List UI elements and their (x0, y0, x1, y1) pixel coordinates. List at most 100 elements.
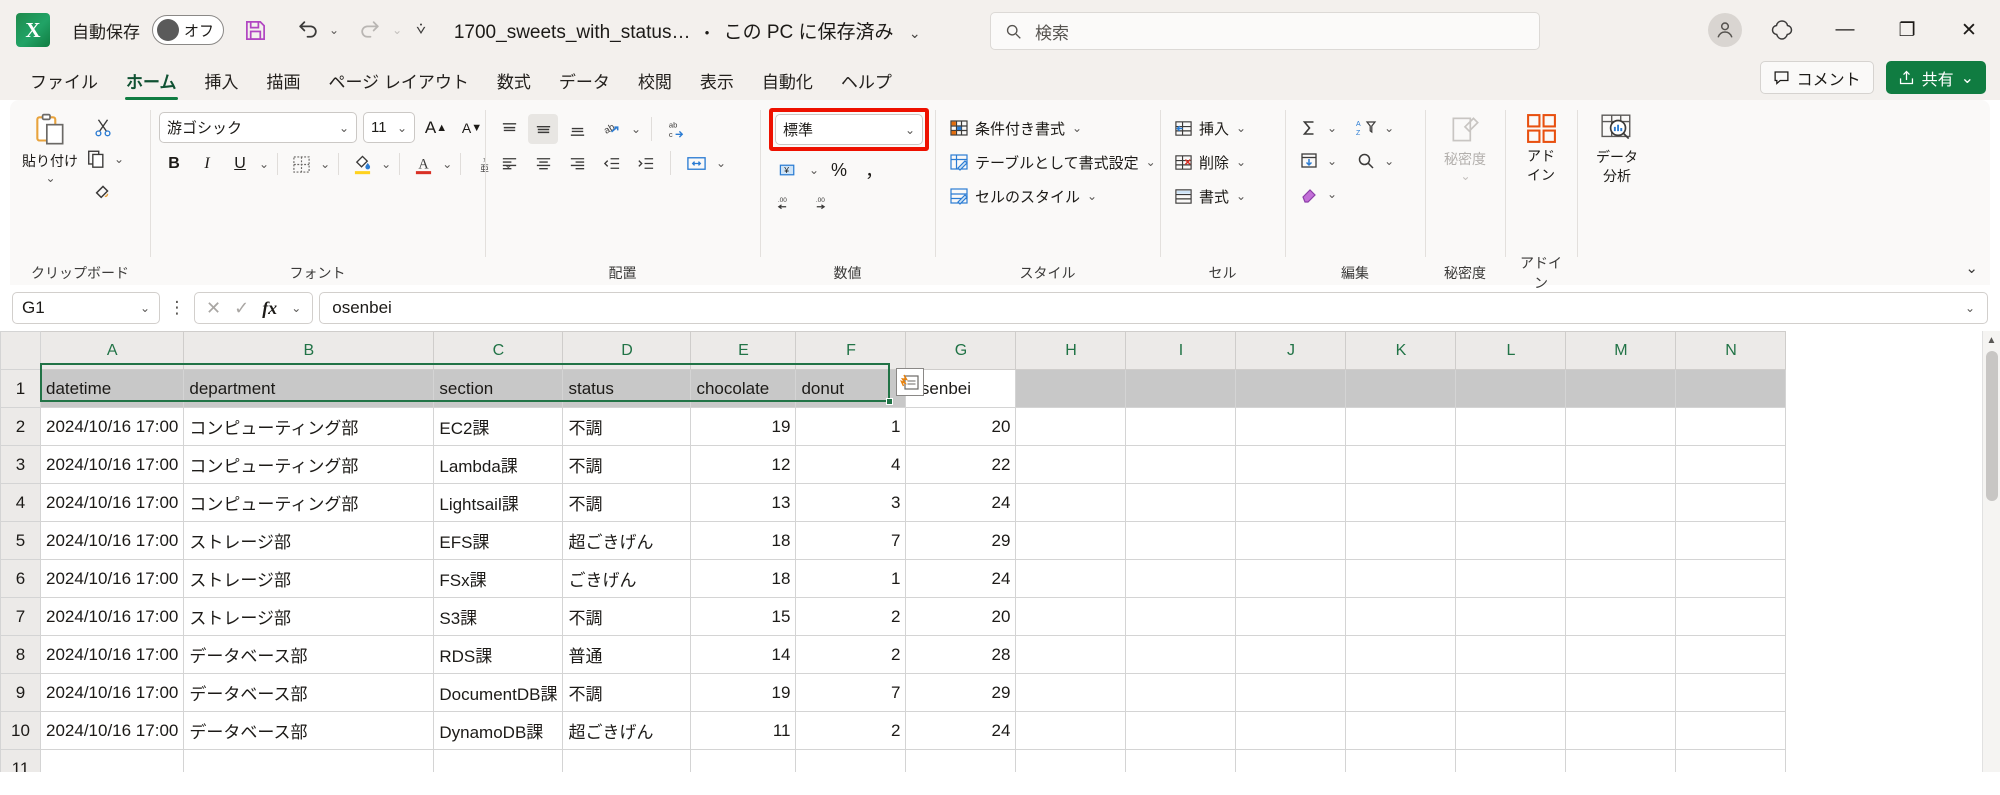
cell-m7[interactable] (1565, 597, 1677, 636)
cell-d1[interactable]: status (562, 369, 692, 408)
cell-j11[interactable] (1235, 749, 1347, 772)
cell-m9[interactable] (1565, 673, 1677, 712)
cell-a11[interactable] (39, 749, 185, 772)
cell-i6[interactable] (1125, 559, 1237, 598)
cell-h1[interactable] (1015, 369, 1127, 408)
cell-l2[interactable] (1455, 407, 1567, 446)
cell-m6[interactable] (1565, 559, 1677, 598)
cell-i7[interactable] (1125, 597, 1237, 636)
delete-cells-button[interactable]: 削除 ⌄ (1169, 147, 1251, 177)
row-header-1[interactable]: 1 (0, 369, 41, 408)
cell-l6[interactable] (1455, 559, 1567, 598)
tab-help[interactable]: ヘルプ (827, 68, 906, 100)
cell-b9[interactable]: データベース部 (183, 673, 435, 712)
cell-d5[interactable]: 超ごきげん (562, 521, 692, 560)
row-header-9[interactable]: 9 (0, 673, 41, 712)
cell-b1[interactable]: department (183, 369, 435, 408)
cell-c1[interactable]: section (433, 369, 564, 408)
formula-bar-more-icon[interactable]: ⋮ (166, 298, 188, 318)
cell-c5[interactable]: EFS課 (433, 521, 564, 560)
tab-view[interactable]: 表示 (686, 68, 748, 100)
cell-a1[interactable]: datetime (39, 369, 185, 408)
cell-b6[interactable]: ストレージ部 (183, 559, 435, 598)
cell-h6[interactable] (1015, 559, 1127, 598)
cell-j10[interactable] (1235, 711, 1347, 750)
restore-button[interactable]: ❐ (1876, 0, 1938, 60)
copilot-icon[interactable] (1760, 8, 1804, 52)
row-header-11[interactable]: 11 (0, 749, 41, 772)
cell-g10[interactable]: 24 (905, 711, 1017, 750)
cell-k7[interactable] (1345, 597, 1457, 636)
cell-g3[interactable]: 22 (905, 445, 1017, 484)
cell-n8[interactable] (1675, 635, 1787, 674)
fill-chevron-down-icon[interactable]: ⌄ (1327, 154, 1337, 168)
cell-m11[interactable] (1565, 749, 1677, 772)
row-header-10[interactable]: 10 (0, 711, 41, 750)
autosum-chevron-down-icon[interactable]: ⌄ (1327, 121, 1337, 135)
ribbon-collapse-icon[interactable]: ⌄ (1965, 259, 1978, 277)
increase-indent-icon[interactable] (630, 148, 660, 178)
column-header-m[interactable]: M (1565, 331, 1677, 370)
fill-color-icon[interactable] (347, 149, 377, 179)
cell-k2[interactable] (1345, 407, 1457, 446)
cell-g2[interactable]: 20 (905, 407, 1017, 446)
cell-h8[interactable] (1015, 635, 1127, 674)
autosave-toggle[interactable]: オフ (152, 15, 224, 45)
insert-cells-button[interactable]: 挿入 ⌄ (1169, 113, 1251, 143)
cell-i1[interactable] (1125, 369, 1237, 408)
cell-k3[interactable] (1345, 445, 1457, 484)
cell-i10[interactable] (1125, 711, 1237, 750)
cell-c9[interactable]: DocumentDB課 (433, 673, 564, 712)
shrink-font-button[interactable]: A ▼ (457, 113, 487, 143)
cell-m2[interactable] (1565, 407, 1677, 446)
cell-e11[interactable] (690, 749, 797, 772)
cell-b10[interactable]: データベース部 (183, 711, 435, 750)
cell-g8[interactable]: 28 (905, 635, 1017, 674)
tab-file[interactable]: ファイル (16, 68, 112, 100)
cell-i3[interactable] (1125, 445, 1237, 484)
borders-chevron-down-icon[interactable]: ⌄ (320, 157, 330, 171)
find-select-icon[interactable] (1351, 146, 1381, 176)
cell-f5[interactable]: 7 (795, 521, 907, 560)
autosum-sigma-icon[interactable] (1294, 113, 1324, 143)
enter-icon[interactable]: ✓ (234, 298, 249, 319)
cell-e5[interactable]: 18 (690, 521, 797, 560)
cell-b3[interactable]: コンピューティング部 (183, 445, 435, 484)
cell-g7[interactable]: 20 (905, 597, 1017, 636)
cancel-icon[interactable]: ✕ (206, 298, 221, 319)
cell-i4[interactable] (1125, 483, 1237, 522)
cell-n4[interactable] (1675, 483, 1787, 522)
fx-chevron-down-icon[interactable]: ⌄ (291, 301, 301, 315)
cell-h11[interactable] (1015, 749, 1127, 772)
font-color-chevron-down-icon[interactable]: ⌄ (442, 157, 452, 171)
cell-d6[interactable]: ごきげん (562, 559, 692, 598)
cell-n7[interactable] (1675, 597, 1787, 636)
cell-b2[interactable]: コンピューティング部 (183, 407, 435, 446)
sort-filter-chevron-down-icon[interactable]: ⌄ (1384, 121, 1394, 135)
column-header-b[interactable]: B (183, 331, 435, 370)
cell-f8[interactable]: 2 (795, 635, 907, 674)
align-left-icon[interactable] (494, 148, 524, 178)
cell-i8[interactable] (1125, 635, 1237, 674)
column-header-f[interactable]: F (795, 331, 907, 370)
cell-h7[interactable] (1015, 597, 1127, 636)
cell-f7[interactable]: 2 (795, 597, 907, 636)
cell-g11[interactable] (905, 749, 1017, 772)
align-center-icon[interactable] (528, 148, 558, 178)
cell-h5[interactable] (1015, 521, 1127, 560)
comments-button[interactable]: コメント (1759, 61, 1874, 94)
row-header-4[interactable]: 4 (0, 483, 41, 522)
cell-h9[interactable] (1015, 673, 1127, 712)
cell-c3[interactable]: Lambda課 (433, 445, 564, 484)
cell-b5[interactable]: ストレージ部 (183, 521, 435, 560)
paste-button[interactable]: 貼り付け ⌄ (19, 108, 81, 186)
cell-l9[interactable] (1455, 673, 1567, 712)
column-header-d[interactable]: D (562, 331, 692, 370)
tab-page-layout[interactable]: ページ レイアウト (315, 68, 483, 100)
cell-l4[interactable] (1455, 483, 1567, 522)
save-icon[interactable] (234, 9, 276, 51)
column-header-a[interactable]: A (39, 331, 185, 370)
clear-eraser-icon[interactable] (1294, 179, 1324, 209)
scroll-up-icon[interactable]: ▲ (1983, 331, 2000, 349)
tab-data[interactable]: データ (545, 68, 624, 100)
